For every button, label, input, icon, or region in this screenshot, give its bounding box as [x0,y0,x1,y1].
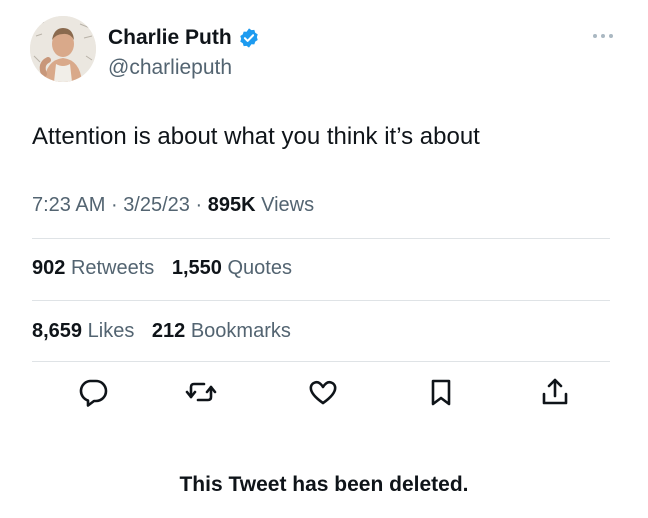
likes-stat[interactable]: 8,659 Likes [32,320,140,342]
tweet-time[interactable]: 7:23 AM [32,194,105,216]
reply-icon[interactable] [77,376,109,408]
avatar-image [30,16,96,82]
retweets-count: 902 [32,257,66,279]
share-icon[interactable] [539,376,571,408]
quotes-count: 1,550 [171,257,222,279]
tweet-text: Attention is about what you think it’s a… [32,123,480,150]
views-count: 895K [207,194,256,216]
bookmark-icon[interactable] [425,376,457,408]
action-bar [0,376,648,412]
likes-label: Likes [87,320,135,342]
meta-separator: · [110,194,118,216]
views-label: Views [261,194,315,216]
tweet-date[interactable]: 3/25/23 [123,194,190,216]
retweets-label: Retweets [70,257,155,279]
likes-count: 8,659 [32,320,83,342]
more-icon[interactable] [588,28,618,44]
avatar[interactable] [30,16,96,82]
meta-separator: · [195,194,203,216]
author-display-name[interactable]: Charlie Puth [108,26,232,50]
retweet-icon[interactable] [185,376,217,408]
stats-row-retweets-quotes: 902 Retweets 1,550 Quotes [32,257,304,280]
deleted-notice: This Tweet has been deleted. [179,473,469,496]
quotes-label: Quotes [227,257,292,279]
divider [32,361,610,362]
like-icon[interactable] [307,376,339,408]
bookmarks-count: 212 [151,320,186,342]
quotes-stat[interactable]: 1,550 Quotes [172,257,292,279]
tweet-meta: 7:23 AM · 3/25/23 · 895K Views [32,194,314,217]
divider [32,300,610,301]
bookmarks-label: Bookmarks [190,320,291,342]
verified-badge-icon [238,27,260,49]
retweets-stat[interactable]: 902 Retweets [32,257,160,279]
divider [32,238,610,239]
author-handle[interactable]: @charlieputh [108,56,232,80]
author-name-row[interactable]: Charlie Puth [108,26,260,50]
bookmarks-stat[interactable]: 212 Bookmarks [152,320,291,342]
stats-row-likes-bookmarks: 8,659 Likes 212 Bookmarks [32,320,303,343]
